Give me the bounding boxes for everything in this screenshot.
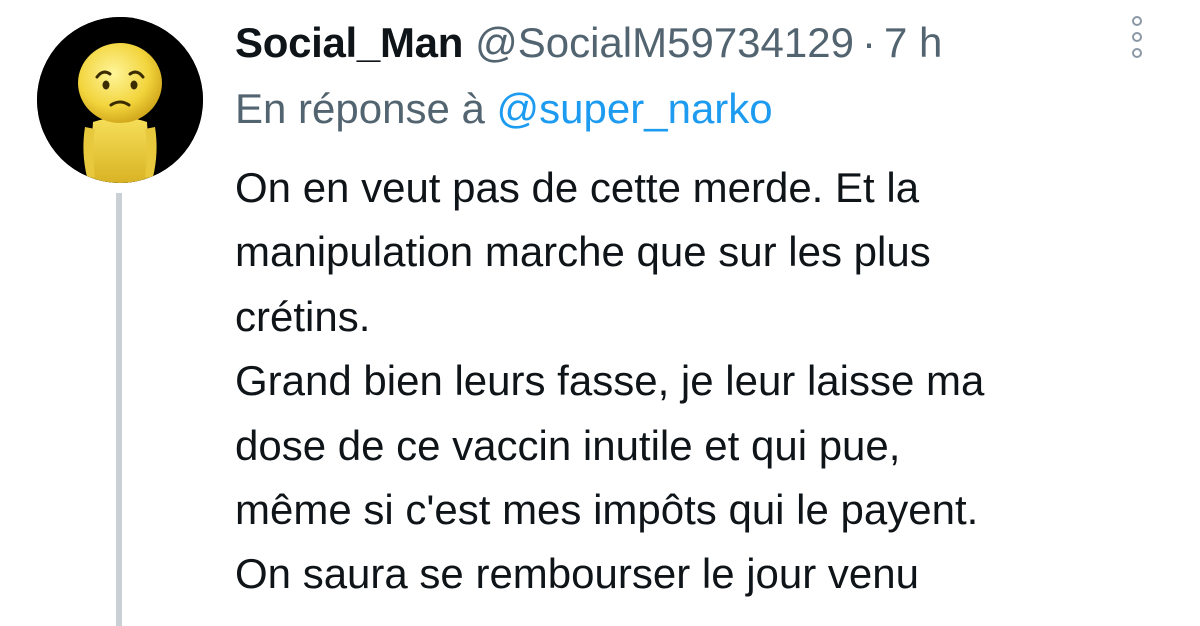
avatar[interactable] [37,17,203,183]
reply-context: En réponse à @super_narko [235,82,773,136]
thread-line [116,193,122,626]
sad-face-avatar-icon [37,17,203,183]
author-handle[interactable]: @SocialM59734129 [475,16,854,70]
reply-prefix: En réponse à [235,85,485,132]
tweet-text-line: crétins. [235,292,371,340]
reply-mention-link[interactable]: @super_narko [497,85,773,132]
author-name[interactable]: Social_Man [235,16,463,70]
tweet-time[interactable]: 7 h [884,16,942,70]
tweet-header: Social_Man @SocialM59734129 · 7 h [235,16,942,70]
tweet-text-line: manipulation marche que sur les plus [235,228,931,276]
tweet-text-line: On saura se rembourser le jour venu [235,550,919,598]
more-dot-icon [1132,32,1142,42]
tweet-text-line: dose de ce vaccin inutile et qui pue, [235,421,901,469]
tweet-text-line: On en veut pas de cette merde. Et la [235,164,920,211]
tweet-text-line: même si c'est mes impôts qui le payent. [235,486,979,534]
tweet-text: On en veut pas de cette merde. Et la man… [235,156,1165,607]
tweet[interactable]: Social_Man @SocialM59734129 · 7 h En rép… [0,0,1200,626]
tweet-text-line: Grand bien leurs fasse, je leur laisse m… [235,357,985,405]
more-dot-icon [1132,16,1142,26]
header-separator: · [861,19,876,66]
more-options-icon[interactable] [1126,16,1150,62]
more-dot-icon [1132,48,1142,58]
